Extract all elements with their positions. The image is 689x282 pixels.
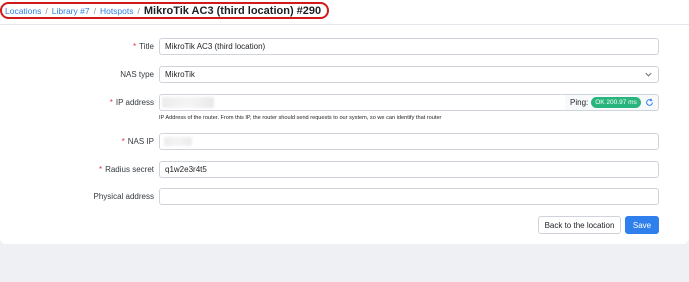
ip-address-help-text: IP Address of the router. From this IP, … [159,115,442,121]
breadcrumb-link-hotspots[interactable]: Hotspots [100,6,134,16]
breadcrumb-separator: / [137,5,140,16]
breadcrumb-separator: / [93,5,96,16]
physical-address-input[interactable] [159,188,659,205]
physical-address-label: Physical address [93,192,154,201]
nas-ip-input[interactable] [159,133,659,150]
page-title: MikroTik AC3 (third location) #290 [143,4,322,17]
save-button[interactable]: Save [625,216,659,234]
nas-type-label: NAS type [120,70,154,79]
title-input-value: MikroTik AC3 (third location) [165,42,266,51]
breadcrumb-separator: / [45,5,48,16]
header-divider [0,24,689,25]
ping-addon: Ping: OK 200.97 ms [565,94,659,111]
required-marker: * [98,165,103,174]
ping-label: Ping: [570,98,589,107]
nas-type-select[interactable]: MikroTik [159,66,659,83]
ping-status-badge: OK 200.97 ms [591,97,641,108]
required-marker: * [121,137,125,146]
required-marker: * [109,98,113,107]
nas-type-selected-value: MikroTik [165,70,195,79]
chevron-down-icon [645,72,652,77]
title-label: * Title [133,42,154,51]
breadcrumb-link-library[interactable]: Library #7 [52,6,90,16]
radius-secret-value: q1w2e3r4t5 [165,165,207,174]
title-input[interactable]: MikroTik AC3 (third location) [159,38,659,55]
redacted-value [162,97,214,108]
breadcrumb-link-locations[interactable]: Locations [5,6,41,16]
radius-secret-label: * Radius secret [98,165,154,174]
redacted-value [164,137,192,146]
refresh-icon[interactable] [645,98,654,107]
breadcrumb: Locations / Library #7 / Hotspots / Mikr… [0,2,330,19]
required-marker: * [133,42,137,51]
form-card: Locations / Library #7 / Hotspots / Mikr… [0,0,689,244]
nas-ip-label: * NAS IP [121,137,154,146]
back-to-location-button[interactable]: Back to the location [538,216,621,234]
radius-secret-input[interactable]: q1w2e3r4t5 [159,161,659,178]
ip-address-label: * IP address [109,98,154,107]
ip-address-input[interactable] [159,94,566,111]
